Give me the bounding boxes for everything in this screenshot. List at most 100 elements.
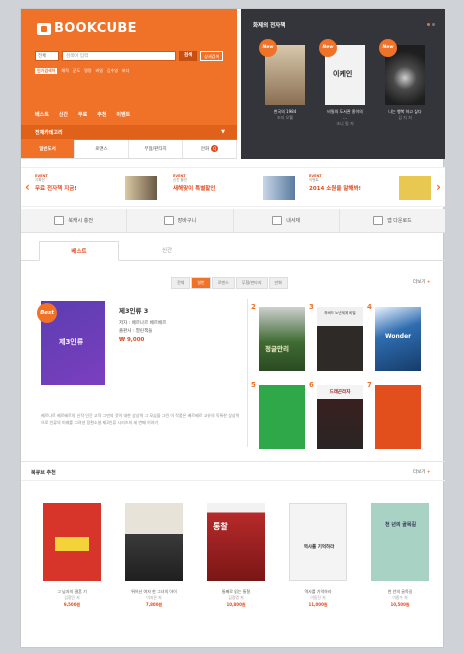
category-tabs: 일반도서 로맨스 무협/판타지 만화 Q bbox=[21, 140, 237, 159]
cover-text: 통찰 bbox=[213, 522, 228, 531]
book-cover bbox=[43, 503, 101, 581]
tab-label: 일반도서 bbox=[39, 147, 56, 152]
book-cover: 천 년의 골목길 bbox=[371, 503, 429, 581]
filter-romance[interactable]: 로맨스 bbox=[211, 277, 235, 289]
tab-label: 로맨스 bbox=[95, 147, 108, 152]
chevron-right-icon[interactable]: › bbox=[436, 180, 441, 194]
quick-library[interactable]: 내서재 bbox=[234, 209, 340, 232]
book-cover: 하버드 노년세계 비밀 bbox=[317, 307, 363, 371]
search-input[interactable]: 검색어 입력 bbox=[62, 51, 176, 61]
rank-book[interactable]: 5 bbox=[251, 381, 305, 449]
filter-comics[interactable]: 만화 bbox=[268, 277, 288, 289]
event-banner[interactable]: EVENT 기획전 무료 전자책 지금! bbox=[35, 174, 161, 202]
rank-book[interactable]: 3 하버드 노년세계 비밀 bbox=[309, 303, 363, 371]
nav-free[interactable]: 무료 bbox=[78, 111, 87, 118]
rank-book[interactable]: 4 Wonder bbox=[367, 303, 421, 371]
event-banner[interactable]: EVENT 이벤트 2014 소원을 말해봐! bbox=[309, 174, 435, 202]
event-thumbnail bbox=[399, 176, 431, 200]
search-button[interactable]: 검색 bbox=[179, 51, 198, 61]
filter-all[interactable]: 전체 bbox=[171, 277, 191, 289]
nav-recommend[interactable]: 추천 bbox=[97, 111, 106, 118]
popular-keyword[interactable]: 비밀 bbox=[96, 68, 103, 74]
book-cover: New bbox=[379, 39, 425, 105]
comics-badge-icon: Q bbox=[211, 145, 219, 152]
quick-label: 내서재 bbox=[286, 218, 301, 224]
category-dropdown[interactable]: 전체카테고리 ▼ bbox=[21, 125, 237, 139]
quick-app-download[interactable]: 앱 다운로드 bbox=[340, 209, 445, 232]
logo-icon bbox=[37, 22, 51, 35]
book-author: 김 지 저 bbox=[398, 115, 412, 120]
featured-book[interactable]: New 천국의 1984 조지 오웰 bbox=[259, 39, 305, 121]
page-frame: BOOKCUBE 전체 검색어 입력 검색 상세검색 인기검색어 해적 군도 명… bbox=[20, 8, 445, 648]
recommend-book[interactable]: 천 년의 골목길 천 년의 골목길 이종수 저 10,500원 bbox=[365, 503, 435, 608]
plus-icon: + bbox=[426, 280, 431, 285]
more-label: 더보기 bbox=[413, 470, 426, 475]
tab-best[interactable]: 베스트 bbox=[39, 241, 119, 261]
search-bar: 전체 검색어 입력 검색 상세검색 bbox=[35, 51, 224, 61]
tab-fantasy[interactable]: 무협/판타지 bbox=[129, 140, 183, 158]
new-badge: New bbox=[259, 39, 277, 57]
book-cover bbox=[259, 385, 305, 449]
category-label: 전체카테고리 bbox=[35, 130, 63, 136]
recommend-book[interactable]: 그 남자의 결혼 기 김정민 저 9,500원 bbox=[37, 503, 107, 608]
book-cover: New bbox=[259, 39, 305, 105]
featured-book[interactable]: New 나는 행복 하고 싶다 김 지 저 bbox=[379, 39, 425, 121]
rank-book[interactable]: 7 bbox=[367, 381, 421, 449]
rank-book[interactable]: 2 정글만리 bbox=[251, 303, 305, 371]
best-badge: Best bbox=[37, 303, 57, 323]
tab-comics[interactable]: 만화 Q bbox=[183, 140, 237, 158]
search-scope-select[interactable]: 전체 bbox=[35, 51, 59, 61]
best-book-title[interactable]: 제3인류 3 bbox=[119, 307, 166, 315]
chevron-left-icon[interactable]: ‹ bbox=[25, 180, 30, 194]
book-cover: 통찰 bbox=[207, 503, 265, 581]
bookcube-logo[interactable]: BOOKCUBE bbox=[37, 21, 137, 36]
cart-icon bbox=[163, 216, 174, 225]
book-cover bbox=[375, 385, 421, 449]
recommend-book[interactable]: 통찰 통째로 읽는 통찰 김정명 저 10,800원 bbox=[201, 503, 271, 608]
more-label: 더보기 bbox=[413, 280, 426, 285]
rank-number: 3 bbox=[309, 303, 314, 311]
carousel-dots[interactable] bbox=[427, 23, 435, 26]
cover-title: 드래곤라자 bbox=[329, 390, 351, 395]
tab-general[interactable]: 일반도서 bbox=[21, 140, 75, 158]
event-banner[interactable]: EVENT 신간 할인 새해맞이 특별할인 bbox=[173, 174, 299, 202]
event-thumbnail bbox=[125, 176, 157, 200]
book-price: 11,000원 bbox=[308, 602, 328, 607]
book-cover: New 이케인 bbox=[319, 39, 365, 105]
recommend-book[interactable]: 뛰어난 여자 한 그녀의 아이 이지은 저 7,800원 bbox=[119, 503, 189, 608]
popular-keyword[interactable]: 김수영 bbox=[107, 68, 118, 74]
quick-links: 북캐시 충전 장바구니 내서재 앱 다운로드 bbox=[21, 209, 445, 233]
genre-filter: 전체 일반 로맨스 무협/판타지 만화 bbox=[171, 277, 288, 289]
bookshelf-icon bbox=[272, 216, 283, 225]
tab-label: 만화 bbox=[200, 147, 210, 152]
cover-title: 하버드 노년세계 비밀 bbox=[324, 311, 356, 315]
popular-keyword[interactable]: 군도 bbox=[73, 68, 80, 74]
cover-title: 제3인류 bbox=[59, 338, 84, 346]
filter-fantasy[interactable]: 무협/판타지 bbox=[235, 277, 268, 289]
book-cover: Wonder bbox=[375, 307, 421, 371]
popular-keyword[interactable]: 바다 bbox=[122, 68, 129, 74]
cover-text: 역사를 기억하라 bbox=[303, 545, 335, 550]
quick-cash-charge[interactable]: 북캐시 충전 bbox=[21, 209, 128, 232]
dot-icon bbox=[432, 23, 435, 26]
popular-keyword[interactable]: 해적 bbox=[61, 68, 68, 74]
book-author: 조니 필 저 bbox=[336, 121, 354, 126]
popular-keyword[interactable]: 명량 bbox=[84, 68, 91, 74]
nav-event[interactable]: 이벤트 bbox=[116, 111, 130, 118]
best-more-link[interactable]: 더보기 + bbox=[413, 279, 431, 285]
quick-cart[interactable]: 장바구니 bbox=[127, 209, 234, 232]
nav-new[interactable]: 신간 bbox=[59, 111, 68, 118]
nav-best[interactable]: 베스트 bbox=[35, 111, 49, 118]
tab-new[interactable]: 신간 bbox=[127, 241, 207, 261]
rank-book[interactable]: 6 드래곤라자 bbox=[309, 381, 363, 449]
event-banner-strip: ‹ EVENT 기획전 무료 전자책 지금! EVENT 신간 할인 새해맞이 … bbox=[21, 167, 445, 207]
detail-search-button[interactable]: 상세검색 bbox=[200, 51, 224, 61]
recommend-more-link[interactable]: 더보기 + bbox=[413, 469, 431, 475]
featured-book[interactable]: New 이케인 비밀의 도서관 종이의 ... 조니 필 저 bbox=[319, 39, 365, 127]
featured-ebooks-panel: 화제의 전자책 New 천국의 1984 조지 오웰 New 이케인 비밀의 도… bbox=[241, 9, 445, 159]
tab-romance[interactable]: 로맨스 bbox=[75, 140, 129, 158]
best-book-publisher: 출판사 : 열린책들 bbox=[119, 329, 153, 334]
quick-label: 앱 다운로드 bbox=[387, 218, 412, 224]
recommend-book[interactable]: 역사를 기억하라 역사를 기억하라 이동진 저 11,000원 bbox=[283, 503, 353, 608]
filter-general[interactable]: 일반 bbox=[191, 277, 211, 289]
